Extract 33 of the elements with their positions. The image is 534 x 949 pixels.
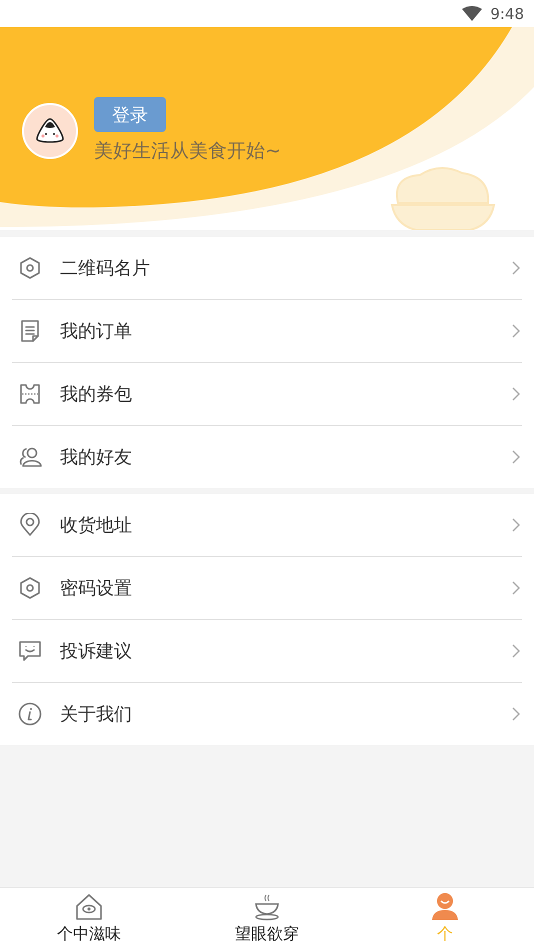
hexagon-icon: [18, 576, 42, 600]
wifi-icon: [462, 6, 482, 21]
clock-time: 9:48: [490, 4, 524, 22]
tagline: 美好生活从美食开始~: [94, 139, 281, 164]
chevron-right-icon: [512, 707, 520, 721]
menu-item[interactable]: 我的订单: [0, 300, 534, 362]
document-icon: [18, 319, 42, 343]
chevron-right-icon: [512, 644, 520, 658]
chevron-right-icon: [512, 261, 520, 275]
tab[interactable]: 望眼欲穿: [178, 888, 356, 949]
info-icon: [18, 702, 42, 726]
menu-item[interactable]: 收货地址: [0, 494, 534, 556]
chevron-right-icon: [512, 518, 520, 532]
menu-item[interactable]: 我的好友: [0, 426, 534, 488]
menu-item[interactable]: 密码设置: [0, 557, 534, 619]
menu-item[interactable]: 我的券包: [0, 363, 534, 425]
smiley-message-icon: [18, 639, 42, 663]
avatar-icon: [22, 102, 78, 158]
people-icon: [18, 445, 42, 469]
location-pin-icon: [18, 513, 42, 537]
chevron-right-icon: [512, 387, 520, 401]
person-icon: [430, 892, 460, 922]
chevron-right-icon: [512, 324, 520, 338]
hexagon-icon: [18, 256, 42, 280]
menu-item[interactable]: 投诉建议: [0, 620, 534, 682]
menu-item[interactable]: 关于我们: [0, 683, 534, 745]
chevron-right-icon: [512, 581, 520, 595]
ticket-icon: [18, 382, 42, 406]
house-icon: [74, 892, 104, 922]
chevron-right-icon: [512, 450, 520, 464]
tab[interactable]: 个中滋味: [0, 888, 178, 949]
menu-item[interactable]: 二维码名片: [0, 237, 534, 299]
bowl-icon: [252, 892, 282, 922]
